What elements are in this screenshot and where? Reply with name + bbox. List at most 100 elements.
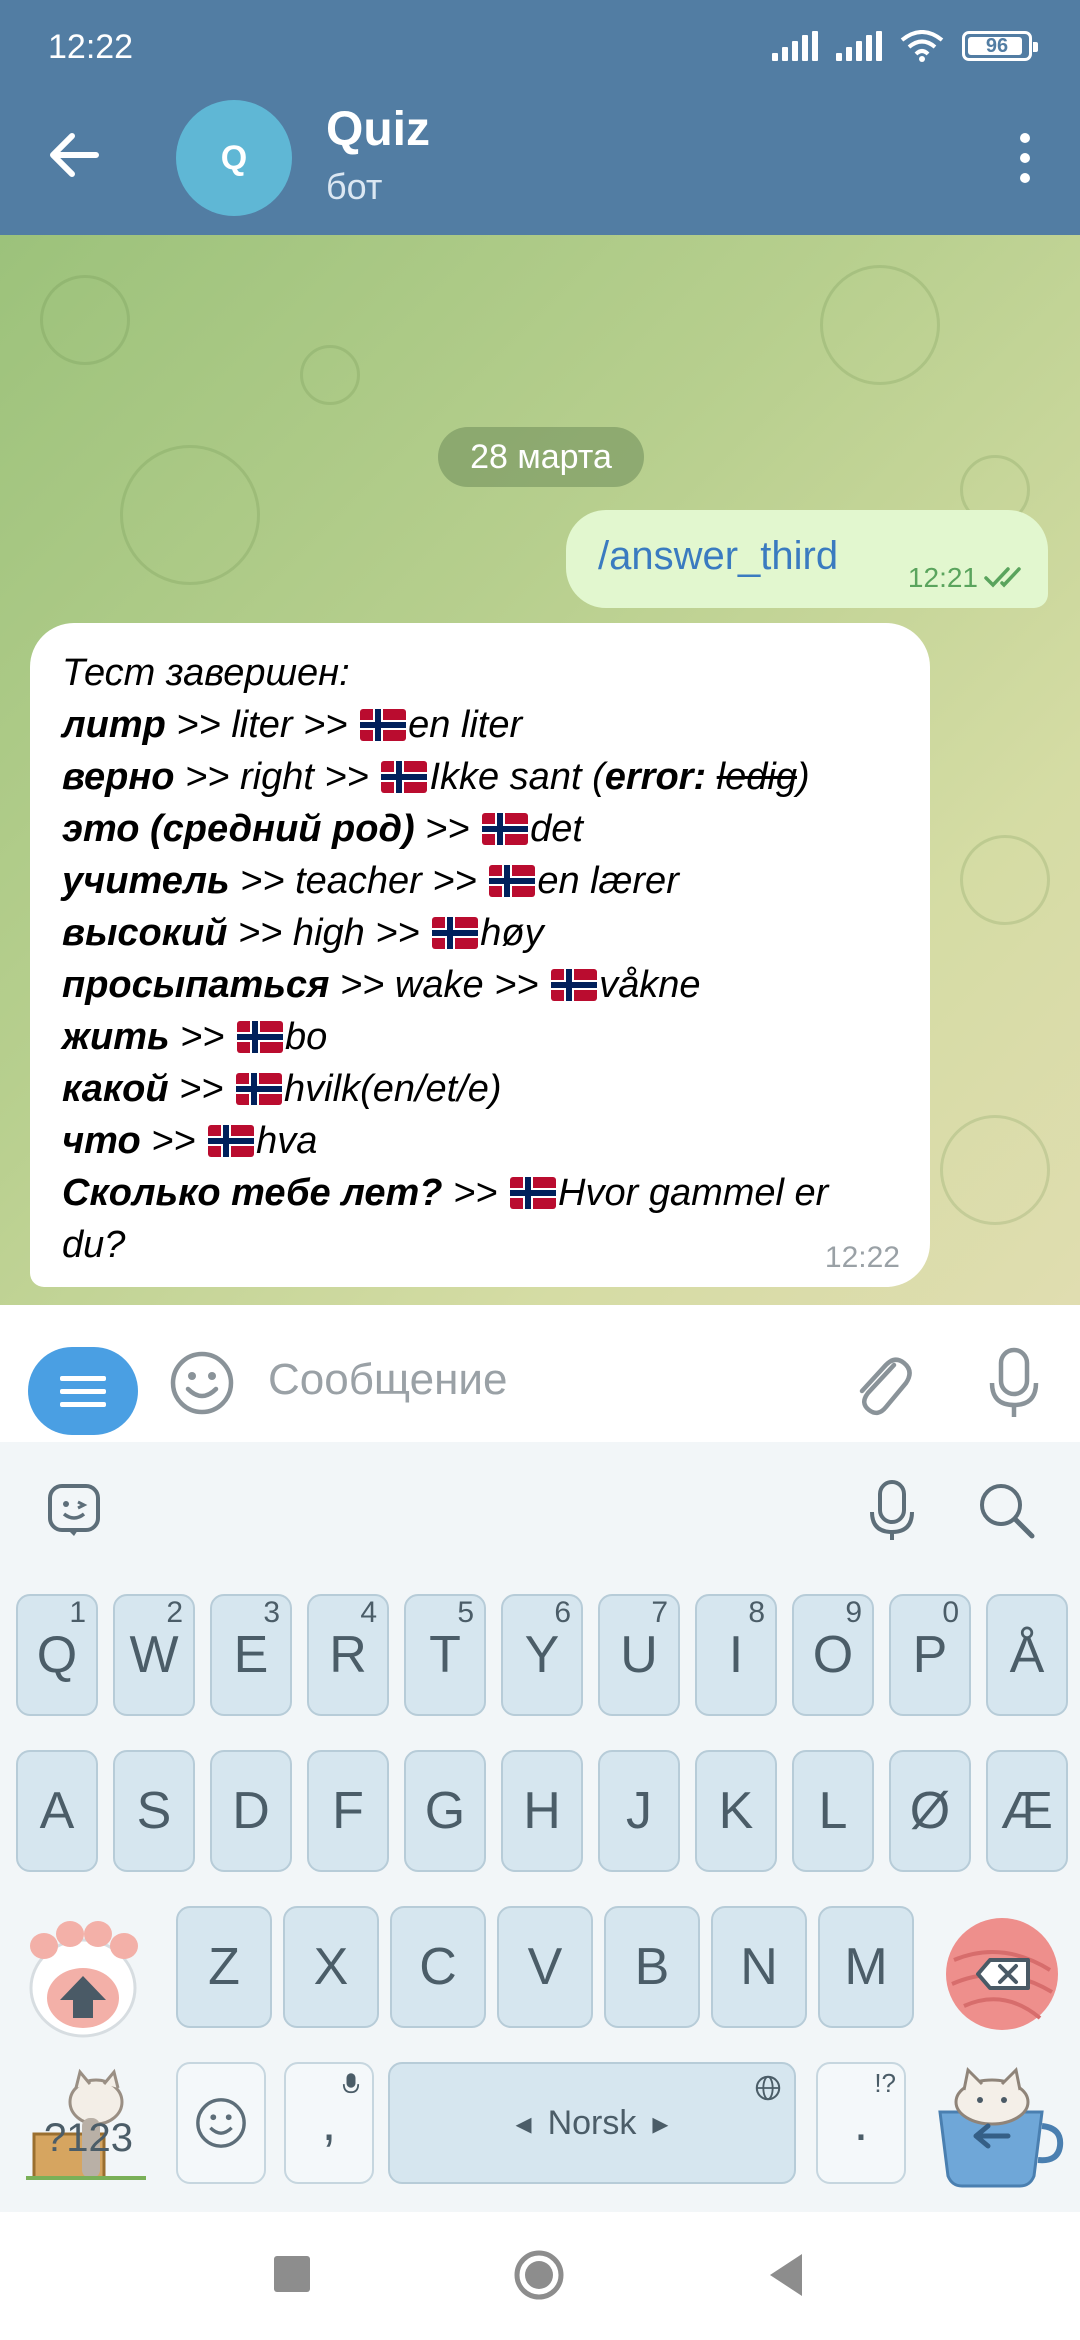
norway-flag-icon <box>551 969 598 1001</box>
system-nav-bar <box>0 2212 1080 2340</box>
incoming-message[interactable]: Тест завершен: литр >> liter >> en liter… <box>30 623 930 1287</box>
period-key[interactable]: . !? <box>816 2062 906 2184</box>
key-m[interactable]: M <box>818 1906 914 2028</box>
sticker-icon[interactable] <box>46 1482 102 1538</box>
key-e[interactable]: E3 <box>210 1594 292 1716</box>
key-g[interactable]: G <box>404 1750 486 1872</box>
chat-area[interactable]: 28 марта /answer_third 12:21 Тест заверш… <box>0 235 1080 1305</box>
key-t[interactable]: T5 <box>404 1594 486 1716</box>
english-word: >> <box>169 1016 236 1058</box>
status-time: 12:22 <box>48 28 134 66</box>
norway-flag-icon <box>510 1177 557 1209</box>
enter-key-cat-cup-icon[interactable] <box>930 2060 1066 2190</box>
key-z[interactable]: Z <box>176 1906 272 2028</box>
outgoing-message-text[interactable]: /answer_third <box>598 534 838 579</box>
norwegian-word: en liter <box>408 704 523 746</box>
norway-flag-icon <box>360 709 407 741</box>
english-word: >> high >> <box>227 912 431 954</box>
message-composer: Сообщение <box>0 1305 1080 1442</box>
comma-key[interactable]: , <box>284 2062 374 2184</box>
key-j[interactable]: J <box>598 1750 680 1872</box>
key-l[interactable]: L <box>792 1750 874 1872</box>
key-r[interactable]: R4 <box>307 1594 389 1716</box>
norwegian-word: bo <box>285 1016 328 1058</box>
symbols-key[interactable]: ?123 <box>26 2058 146 2188</box>
recents-icon[interactable] <box>274 2256 310 2292</box>
key-v[interactable]: V <box>497 1906 593 2028</box>
key-f[interactable]: F <box>307 1750 389 1872</box>
battery-icon: 96 <box>962 31 1038 61</box>
avatar[interactable]: Q <box>176 100 292 216</box>
key-h[interactable]: H <box>501 1750 583 1872</box>
key-n[interactable]: N <box>711 1906 807 2028</box>
norwegian-word: det <box>530 808 583 850</box>
key-ae[interactable]: Æ <box>986 1750 1068 1872</box>
delete-key-yarn-icon[interactable] <box>942 1910 1062 2036</box>
english-word: >> <box>168 1068 235 1110</box>
quiz-row: что >> hva <box>62 1115 912 1167</box>
russian-word: Сколько тебе лет? <box>62 1172 443 1214</box>
norwegian-word: Ikke sant <box>429 756 582 798</box>
language-prev-icon: ◂ <box>515 2105 532 2141</box>
emoji-key[interactable] <box>176 2062 266 2184</box>
bot-menu-button[interactable] <box>28 1347 138 1435</box>
chat-subtitle: бот <box>326 166 383 207</box>
battery-level: 96 <box>985 34 1009 57</box>
key-b[interactable]: B <box>604 1906 700 2028</box>
key-u[interactable]: U7 <box>598 1594 680 1716</box>
wifi-icon <box>900 30 944 62</box>
key-c[interactable]: C <box>390 1906 486 2028</box>
back-arrow-icon[interactable] <box>44 125 104 185</box>
key-k[interactable]: K <box>695 1750 777 1872</box>
key-p[interactable]: P0 <box>889 1594 971 1716</box>
attach-icon[interactable] <box>848 1347 916 1419</box>
home-icon[interactable] <box>512 2248 566 2302</box>
chat-title[interactable]: Quiz <box>326 102 430 157</box>
quiz-row: какой >> hvilk(en/et/e) <box>62 1063 912 1115</box>
message-input[interactable]: Сообщение <box>268 1355 507 1405</box>
more-menu-icon[interactable] <box>1010 128 1040 188</box>
key-oslash[interactable]: Ø <box>889 1750 971 1872</box>
quiz-row: учитель >> teacher >> en lærer <box>62 855 912 907</box>
key-d[interactable]: D <box>210 1750 292 1872</box>
key-o[interactable]: O9 <box>792 1594 874 1716</box>
voice-input-icon[interactable] <box>864 1478 920 1542</box>
norwegian-word: våkne <box>599 964 701 1006</box>
russian-word: высокий <box>62 912 228 954</box>
russian-word: какой <box>62 1068 169 1110</box>
russian-word: просыпаться <box>62 964 330 1006</box>
key-w[interactable]: W2 <box>113 1594 195 1716</box>
key-q[interactable]: Q1 <box>16 1594 98 1716</box>
space-key-language: Norsk <box>547 2103 637 2142</box>
key-s[interactable]: S <box>113 1750 195 1872</box>
search-icon[interactable] <box>976 1480 1036 1540</box>
english-word: >> <box>442 1172 509 1214</box>
quiz-row-continuation: du? <box>62 1224 126 1266</box>
mic-hint-icon <box>342 2073 360 2094</box>
error-label: error: <box>604 756 707 798</box>
english-word: >> <box>414 808 481 850</box>
date-separator: 28 марта <box>438 427 644 487</box>
norwegian-word: hva <box>256 1120 318 1162</box>
key-x[interactable]: X <box>283 1906 379 2028</box>
quiz-row: это (средний род) >> det <box>62 803 912 855</box>
key-i[interactable]: I8 <box>695 1594 777 1716</box>
emoji-icon[interactable] <box>168 1349 236 1417</box>
quiz-row: Сколько тебе лет? >> Hvor gammel er <box>62 1167 912 1219</box>
outgoing-message[interactable]: /answer_third 12:21 <box>566 510 1048 608</box>
back-triangle-icon[interactable] <box>764 2248 808 2302</box>
russian-word: литр <box>62 704 166 746</box>
quiz-row: жить >> bo <box>62 1011 912 1063</box>
microphone-icon[interactable] <box>984 1347 1044 1419</box>
key-a[interactable]: A <box>16 1750 98 1872</box>
english-word: >> <box>140 1120 207 1162</box>
error-value: ledig <box>716 756 797 798</box>
space-key[interactable]: ◂ Norsk ▸ <box>388 2062 796 2184</box>
norwegian-word: en lærer <box>537 860 679 902</box>
norway-flag-icon <box>236 1073 283 1105</box>
key-aring[interactable]: Å <box>986 1594 1068 1716</box>
shift-key-paw-icon[interactable] <box>18 1916 148 2042</box>
key-y[interactable]: Y6 <box>501 1594 583 1716</box>
quiz-row: верно >> right >> Ikke sant (error: ledi… <box>62 756 810 798</box>
russian-word: верно <box>62 756 175 798</box>
